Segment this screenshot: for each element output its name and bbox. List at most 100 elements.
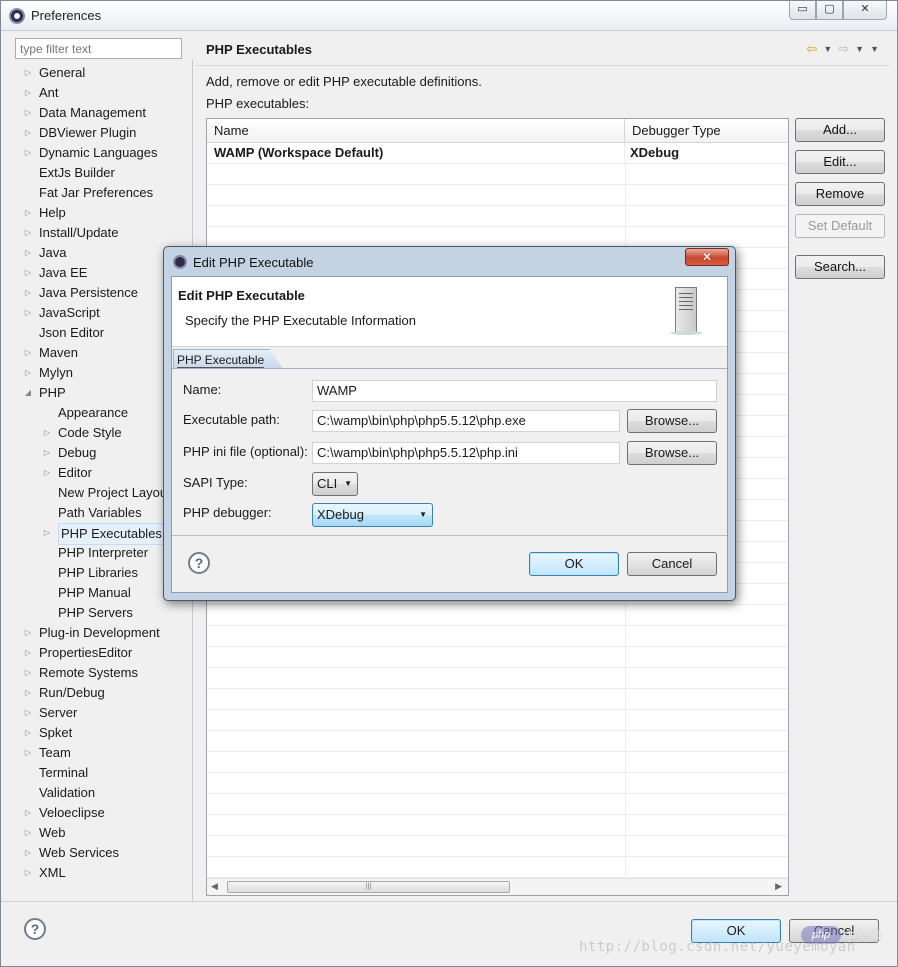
tree-item[interactable]: ▷ Veloeclipse xyxy=(11,803,193,823)
tree-item[interactable]: ▷ DBViewer Plugin xyxy=(11,123,193,143)
tree-item[interactable]: ▷ Plug-in Development xyxy=(11,623,193,643)
tree-item[interactable]: ExtJs Builder xyxy=(11,163,193,183)
collapsed-arrow-icon[interactable]: ▷ xyxy=(23,843,33,863)
collapsed-arrow-icon[interactable]: ▷ xyxy=(23,303,33,323)
tree-item[interactable]: ▷ Web Services xyxy=(11,843,193,863)
watermark-url: http://blog.csdn.net/yueyemoyan xyxy=(579,939,856,955)
column-header-name[interactable]: Name xyxy=(207,119,625,142)
browse-executable-button[interactable]: Browse... xyxy=(627,409,717,433)
collapsed-arrow-icon[interactable]: ▷ xyxy=(23,103,33,123)
dialog-close-button[interactable]: ✕ xyxy=(685,248,729,266)
scroll-left-icon[interactable]: ◀ xyxy=(211,881,218,892)
collapsed-arrow-icon[interactable]: ▷ xyxy=(23,823,33,843)
collapsed-arrow-icon[interactable]: ▷ xyxy=(23,343,33,363)
eclipse-app-icon xyxy=(9,8,25,24)
collapsed-arrow-icon[interactable]: ▷ xyxy=(23,63,33,83)
help-icon[interactable]: ? xyxy=(24,918,46,940)
sapi-type-select[interactable]: CLI ▼ xyxy=(312,472,358,496)
tab-php-executable[interactable]: PHP Executable xyxy=(173,349,284,369)
empty-table-row xyxy=(207,815,788,836)
collapsed-arrow-icon[interactable]: ▷ xyxy=(42,463,52,483)
back-dropdown-icon[interactable]: ▼ xyxy=(823,44,832,54)
scroll-thumb[interactable]: ||| xyxy=(227,881,510,893)
tree-item[interactable]: ▷ Remote Systems xyxy=(11,663,193,683)
close-button[interactable]: ✕ xyxy=(843,1,887,20)
collapsed-arrow-icon[interactable]: ▷ xyxy=(42,443,52,463)
filter-input[interactable] xyxy=(15,38,182,59)
set-default-button[interactable]: Set Default xyxy=(795,214,885,238)
collapsed-arrow-icon[interactable]: ▷ xyxy=(23,123,33,143)
tree-item[interactable]: ▷ PropertiesEditor xyxy=(11,643,193,663)
tree-item[interactable]: ▷ Run/Debug xyxy=(11,683,193,703)
edit-button[interactable]: Edit... xyxy=(795,150,885,174)
php-debugger-select[interactable]: XDebug ▼ xyxy=(312,503,433,527)
remove-button[interactable]: Remove xyxy=(795,182,885,206)
forward-dropdown-icon[interactable]: ▼ xyxy=(855,44,864,54)
collapsed-arrow-icon[interactable]: ▷ xyxy=(23,283,33,303)
scroll-right-icon[interactable]: ▶ xyxy=(775,881,782,892)
tree-item[interactable]: ▷ Web xyxy=(11,823,193,843)
back-arrow-icon[interactable]: ⇦ xyxy=(806,41,817,57)
chevron-down-icon: ▼ xyxy=(344,479,352,488)
collapsed-arrow-icon[interactable]: ▷ xyxy=(23,223,33,243)
executable-path-label: Executable path: xyxy=(183,412,280,427)
title-bar[interactable]: Preferences ▭ ▢ ✕ xyxy=(1,1,897,31)
collapsed-arrow-icon[interactable]: ▷ xyxy=(23,863,33,883)
tree-item[interactable]: Fat Jar Preferences xyxy=(11,183,193,203)
tree-item[interactable]: ▷ Dynamic Languages xyxy=(11,143,193,163)
collapsed-arrow-icon[interactable]: ▷ xyxy=(42,523,52,543)
dialog-cancel-button[interactable]: Cancel xyxy=(627,552,717,576)
tree-item[interactable]: Terminal xyxy=(11,763,193,783)
collapsed-arrow-icon[interactable]: ▷ xyxy=(23,83,33,103)
executable-path-field[interactable]: C:\wamp\bin\php\php5.5.12\php.exe xyxy=(312,410,620,432)
horizontal-scrollbar[interactable]: ◀ ||| ▶ xyxy=(207,878,788,895)
tree-item[interactable]: PHP Servers xyxy=(11,603,193,623)
collapsed-arrow-icon[interactable]: ▷ xyxy=(23,743,33,763)
collapsed-arrow-icon[interactable]: ▷ xyxy=(23,243,33,263)
collapsed-arrow-icon[interactable]: ▷ xyxy=(23,683,33,703)
column-header-debugger[interactable]: Debugger Type xyxy=(625,119,728,142)
name-field[interactable]: WAMP xyxy=(312,380,717,402)
tree-item[interactable]: ▷ Install/Update xyxy=(11,223,193,243)
add-button[interactable]: Add... xyxy=(795,118,885,142)
minimize-button[interactable]: ▭ xyxy=(789,1,816,20)
tree-item[interactable]: ▷ XML xyxy=(11,863,193,883)
tree-item[interactable]: ▷ Team xyxy=(11,743,193,763)
tree-item[interactable]: ▷ Data Management xyxy=(11,103,193,123)
search-button[interactable]: Search... xyxy=(795,255,885,279)
tree-item[interactable]: ▷ General xyxy=(11,63,193,83)
collapsed-arrow-icon[interactable]: ▷ xyxy=(23,703,33,723)
tree-item-label: Remote Systems xyxy=(39,665,138,680)
collapsed-arrow-icon[interactable]: ▷ xyxy=(23,203,33,223)
collapsed-arrow-icon[interactable]: ▷ xyxy=(23,663,33,683)
dialog-title-bar[interactable]: Edit PHP Executable ✕ xyxy=(164,247,735,275)
tree-item[interactable]: ▷ Ant xyxy=(11,83,193,103)
tree-item-label: PHP Libraries xyxy=(58,565,138,580)
collapsed-arrow-icon[interactable]: ▷ xyxy=(23,363,33,383)
browse-ini-button[interactable]: Browse... xyxy=(627,441,717,465)
collapsed-arrow-icon[interactable]: ▷ xyxy=(23,643,33,663)
collapsed-arrow-icon[interactable]: ▷ xyxy=(23,263,33,283)
view-menu-icon[interactable]: ▼ xyxy=(870,44,879,54)
name-label: Name: xyxy=(183,382,222,397)
header-divider xyxy=(196,65,889,66)
tree-item[interactable]: Validation xyxy=(11,783,193,803)
dialog-help-icon[interactable]: ? xyxy=(188,552,210,574)
debugger-value: XDebug xyxy=(317,507,364,522)
dialog-ok-button[interactable]: OK xyxy=(529,552,619,576)
tree-item[interactable]: ▷ Server xyxy=(11,703,193,723)
collapsed-arrow-icon[interactable]: ▷ xyxy=(23,143,33,163)
collapsed-arrow-icon[interactable]: ▷ xyxy=(42,423,52,443)
tree-item[interactable]: ▷ Help xyxy=(11,203,193,223)
maximize-button[interactable]: ▢ xyxy=(816,1,843,20)
table-row[interactable]: WAMP (Workspace Default) XDebug xyxy=(207,143,788,164)
tree-item-label: PHP xyxy=(39,385,66,400)
tree-item[interactable]: ▷ Spket xyxy=(11,723,193,743)
collapsed-arrow-icon[interactable]: ▷ xyxy=(23,723,33,743)
expanded-arrow-icon[interactable]: ◢ xyxy=(23,383,33,403)
collapsed-arrow-icon[interactable]: ▷ xyxy=(23,803,33,823)
ini-file-field[interactable]: C:\wamp\bin\php\php5.5.12\php.ini xyxy=(312,442,620,464)
tree-item-label: Editor xyxy=(58,465,92,480)
forward-arrow-icon[interactable]: ⇨ xyxy=(838,41,849,57)
collapsed-arrow-icon[interactable]: ▷ xyxy=(23,623,33,643)
